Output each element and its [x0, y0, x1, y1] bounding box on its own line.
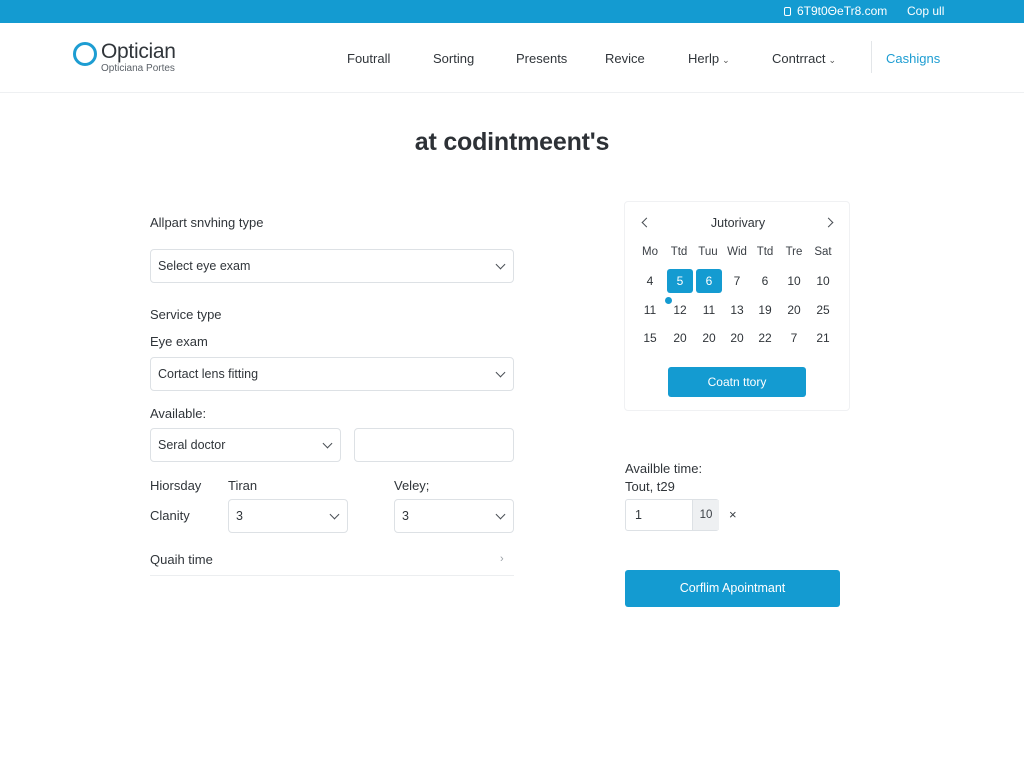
- available-time-value: Tout, t29: [625, 479, 675, 494]
- mail-icon: [784, 7, 791, 16]
- calendar-day[interactable]: 11: [637, 298, 663, 322]
- nav-item-6[interactable]: Contrract ⌄: [772, 51, 836, 66]
- weekday-header: Tre: [785, 246, 803, 258]
- nav-item-4[interactable]: Revice: [605, 51, 645, 66]
- calendar-day[interactable]: 7: [724, 269, 750, 293]
- nav-item-5[interactable]: Herlp ⌄: [688, 51, 730, 66]
- chevron-down-icon: ⌄: [828, 55, 837, 65]
- chevron-down-icon: [329, 509, 340, 520]
- calendar-day[interactable]: 21: [810, 326, 836, 350]
- weekday-header: Ttd: [756, 246, 774, 258]
- contact-email-text: 6T9t0ΘeTr8.com: [797, 4, 888, 18]
- calendar-day[interactable]: 13: [724, 298, 750, 322]
- calendar-day[interactable]: 20: [667, 326, 693, 350]
- column-1-select[interactable]: 3: [228, 499, 348, 533]
- nav-divider: [871, 41, 872, 73]
- calendar-day[interactable]: 19: [752, 298, 778, 322]
- weekday-label: Hiorsday: [150, 478, 202, 493]
- column-2-value: 3: [402, 509, 409, 523]
- calendar-day[interactable]: 22: [752, 326, 778, 350]
- calendar-day[interactable]: 12: [667, 298, 693, 322]
- column-1-label: Tiran: [228, 478, 258, 493]
- top-bar: 6T9t0ΘeTr8.com Cop ull: [0, 0, 1024, 23]
- chevron-down-icon: [322, 438, 333, 449]
- login-link[interactable]: Cop ull: [907, 4, 944, 18]
- weekday-header: Wid: [727, 246, 747, 258]
- calendar-day[interactable]: 7: [781, 326, 807, 350]
- page-title: at codintmeent's: [414, 128, 610, 156]
- calendar-confirm-button[interactable]: Coatn ttory: [668, 367, 806, 397]
- chevron-down-icon: [495, 367, 506, 378]
- quantity-unit[interactable]: 10: [692, 500, 719, 530]
- calendar-day[interactable]: 25: [810, 298, 836, 322]
- quantity-stepper[interactable]: 1 10: [625, 499, 719, 531]
- calendar-day-selected[interactable]: 5: [667, 269, 693, 293]
- chevron-down-icon: ⌄: [722, 55, 730, 65]
- confirm-appointment-button[interactable]: Corflim Apointmant: [625, 570, 840, 607]
- appointment-type-label: Allpart snvhing type: [150, 215, 264, 230]
- service-value: Cortact lens fitting: [158, 367, 259, 381]
- appointment-type-select[interactable]: Select eye exam: [150, 249, 514, 283]
- calendar-day[interactable]: 20: [781, 298, 807, 322]
- calendar-day[interactable]: 10: [781, 269, 807, 293]
- brand-tagline: Opticiana Portes: [101, 63, 175, 74]
- calendar-day[interactable]: 20: [724, 326, 750, 350]
- calendar-day[interactable]: 15: [637, 326, 663, 350]
- column-1-value: 3: [236, 509, 243, 523]
- calendar-day[interactable]: 6: [752, 269, 778, 293]
- row-divider: [150, 575, 514, 576]
- doctor-value: Seral doctor: [158, 438, 226, 452]
- available-input[interactable]: [354, 428, 514, 462]
- column-2-select[interactable]: 3: [394, 499, 514, 533]
- calendar-month: Jutorivary: [710, 216, 766, 230]
- quaih-time-label[interactable]: Quaih time: [150, 552, 213, 567]
- service-select[interactable]: Cortact lens fitting: [150, 357, 514, 391]
- doctor-select[interactable]: Seral doctor: [150, 428, 341, 462]
- calendar-day[interactable]: 20: [696, 326, 722, 350]
- weekday-header: Mo: [642, 246, 658, 258]
- appointment-type-value: Select eye exam: [158, 259, 251, 273]
- available-time-label: Availble time:: [625, 461, 703, 476]
- calendar-day-selected[interactable]: 6: [696, 269, 722, 293]
- nav-item-1[interactable]: Foutrall: [347, 51, 390, 66]
- quantity-label: Clanity: [150, 508, 190, 523]
- brand-name: Optician: [101, 40, 176, 63]
- weekday-header: Ttd: [670, 246, 688, 258]
- logo-ring-icon: [73, 42, 97, 66]
- calendar-day[interactable]: 11: [696, 298, 722, 322]
- calendar-day[interactable]: 4: [637, 269, 663, 293]
- close-icon[interactable]: ×: [729, 507, 737, 522]
- service-sub-label: Eye exam: [150, 334, 208, 349]
- service-type-label: Service type: [150, 307, 222, 322]
- calendar-day[interactable]: 10: [810, 269, 836, 293]
- chevron-down-icon: [495, 259, 506, 270]
- nav-cta-link[interactable]: Cashigns: [886, 51, 940, 66]
- calendar: Jutorivary Mo Ttd Tuu Wid Ttd Tre Sat 4 …: [624, 201, 850, 411]
- nav-item-3[interactable]: Presents: [516, 51, 567, 66]
- quantity-value: 1: [635, 508, 642, 522]
- available-label: Available:: [150, 406, 207, 421]
- nav-item-2[interactable]: Sorting: [433, 51, 474, 66]
- weekday-header: Tuu: [698, 246, 718, 258]
- chevron-down-icon: [495, 509, 506, 520]
- weekday-header: Sat: [814, 246, 832, 258]
- site-header: Optician Opticiana Portes Foutrall Sorti…: [0, 23, 1024, 93]
- column-2-label: Veley;: [394, 478, 430, 493]
- chevron-right-icon[interactable]: ›: [500, 553, 504, 565]
- contact-email[interactable]: 6T9t0ΘeTr8.com: [784, 4, 887, 18]
